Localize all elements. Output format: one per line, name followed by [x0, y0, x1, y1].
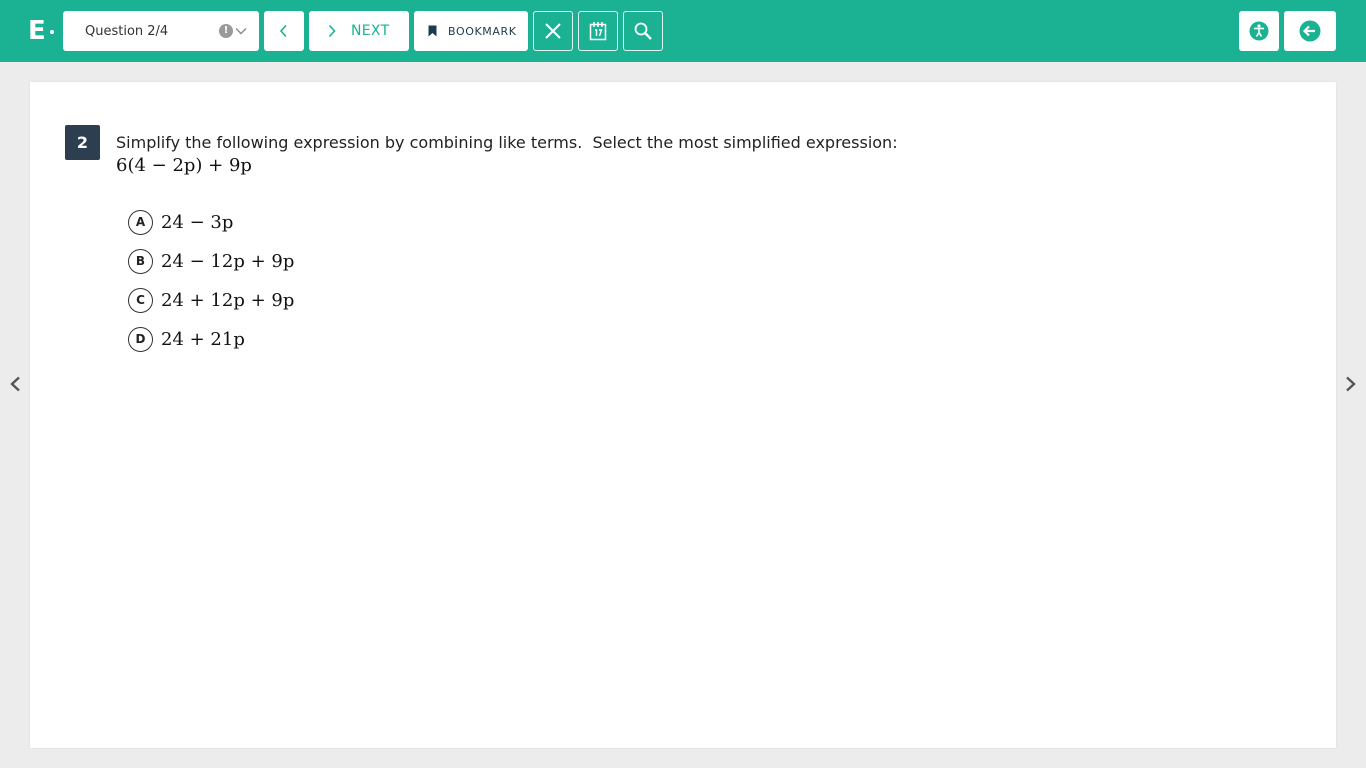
side-next-arrow-icon[interactable]	[1344, 376, 1358, 392]
answer-choice-c[interactable]: C 24 + 12p + 9p	[128, 287, 294, 313]
logo-dot	[49, 30, 54, 34]
answer-choice-d[interactable]: D 24 + 21p	[128, 326, 245, 352]
magnifier-button[interactable]	[623, 11, 663, 51]
calendar-button[interactable]	[578, 11, 618, 51]
calendar-icon	[589, 22, 607, 41]
question-selector-label: Question 2/4	[85, 23, 169, 39]
choice-text: 24 − 12p + 9p	[161, 250, 295, 272]
magnifier-icon	[634, 22, 652, 40]
chevron-right-icon	[328, 24, 336, 38]
question-selector-dropdown[interactable]: Question 2/4 !	[63, 11, 259, 51]
question-card: 2 Simplify the following expression by c…	[30, 82, 1336, 748]
question-number-badge: 2	[65, 125, 100, 160]
accessibility-button[interactable]	[1239, 11, 1279, 51]
close-icon	[545, 23, 561, 39]
logo-letter: E	[28, 16, 46, 46]
app-logo[interactable]: E	[28, 14, 54, 48]
question-expression: 6(4 − 2p) + 9p	[116, 155, 252, 176]
choice-bubble[interactable]: A	[128, 209, 153, 235]
exit-icon	[1299, 20, 1321, 42]
bookmark-icon	[428, 25, 437, 37]
exit-button[interactable]	[1284, 11, 1336, 51]
next-button-label: NEXT	[351, 23, 390, 39]
previous-button[interactable]	[264, 11, 304, 51]
choice-bubble[interactable]: C	[128, 287, 153, 313]
choice-text: 24 + 12p + 9p	[161, 289, 295, 311]
next-button[interactable]: NEXT	[309, 11, 409, 51]
accessibility-icon	[1249, 21, 1269, 41]
choice-bubble[interactable]: D	[128, 326, 153, 352]
answer-choice-b[interactable]: B 24 − 12p + 9p	[128, 248, 294, 274]
side-previous-arrow-icon[interactable]	[8, 376, 22, 392]
top-toolbar: E Question 2/4 ! NEXT BOOKMARK	[0, 0, 1366, 62]
warning-icon: !	[219, 24, 233, 38]
choice-text: 24 + 21p	[161, 328, 245, 350]
answer-choice-a[interactable]: A 24 − 3p	[128, 209, 233, 235]
close-button[interactable]	[533, 11, 573, 51]
bookmark-button[interactable]: BOOKMARK	[414, 11, 528, 51]
chevron-down-icon	[235, 28, 247, 35]
choice-text: 24 − 3p	[161, 211, 234, 233]
bookmark-button-label: BOOKMARK	[448, 24, 517, 38]
question-prompt: Simplify the following expression by com…	[116, 133, 898, 152]
chevron-left-icon	[279, 24, 287, 38]
choice-bubble[interactable]: B	[128, 248, 153, 274]
